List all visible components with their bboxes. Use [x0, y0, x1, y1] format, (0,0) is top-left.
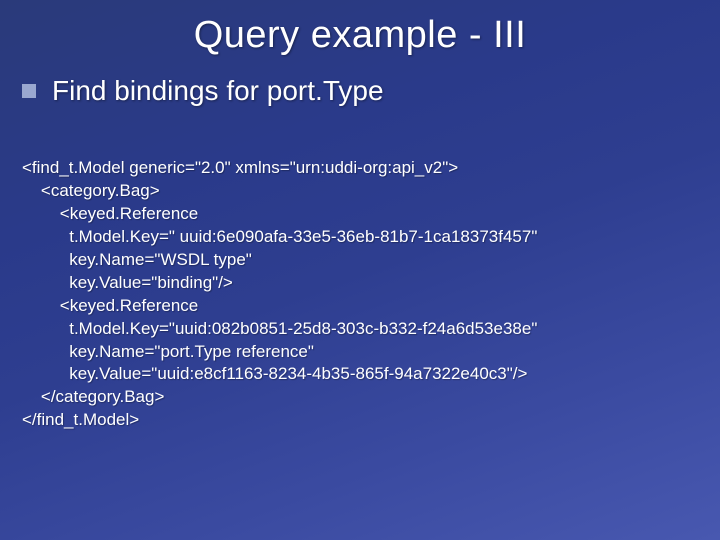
slide: Query example - III Find bindings for po…	[0, 0, 720, 540]
bullet-text: Find bindings for port.Type	[52, 75, 384, 107]
code-block: <find_t.Model generic="2.0" xmlns="urn:u…	[22, 157, 720, 432]
bullet-icon	[22, 84, 36, 98]
slide-title: Query example - III	[0, 0, 720, 57]
bullet-row: Find bindings for port.Type	[22, 75, 720, 107]
